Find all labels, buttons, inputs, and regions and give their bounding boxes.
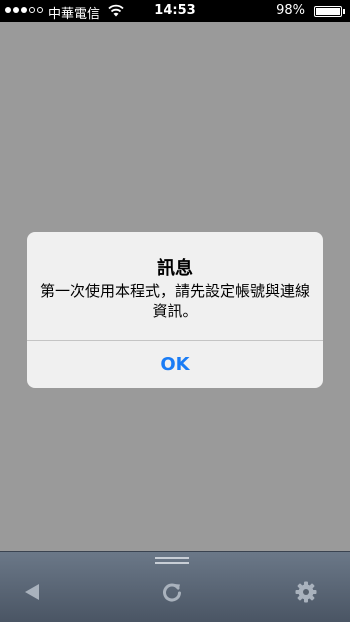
gear-icon: [295, 581, 317, 603]
drag-handle[interactable]: [155, 557, 189, 567]
battery-percentage: 98%: [276, 3, 305, 18]
refresh-icon: [163, 583, 181, 602]
refresh-button[interactable]: [158, 578, 186, 606]
bottom-toolbar: [0, 551, 350, 622]
battery-icon: [314, 6, 342, 17]
alert-title: 訊息: [157, 258, 193, 279]
settings-button[interactable]: [292, 578, 320, 606]
back-button[interactable]: [18, 578, 46, 606]
back-icon: [25, 584, 39, 600]
alert-dialog: 訊息 第一次使用本程式，請先設定帳號與連線資訊。 OK: [27, 232, 323, 388]
alert-message: 第一次使用本程式，請先設定帳號與連線資訊。: [39, 282, 310, 320]
status-bar: 中華電信 14:53 98%: [0, 0, 350, 22]
ok-button[interactable]: OK: [27, 341, 323, 388]
